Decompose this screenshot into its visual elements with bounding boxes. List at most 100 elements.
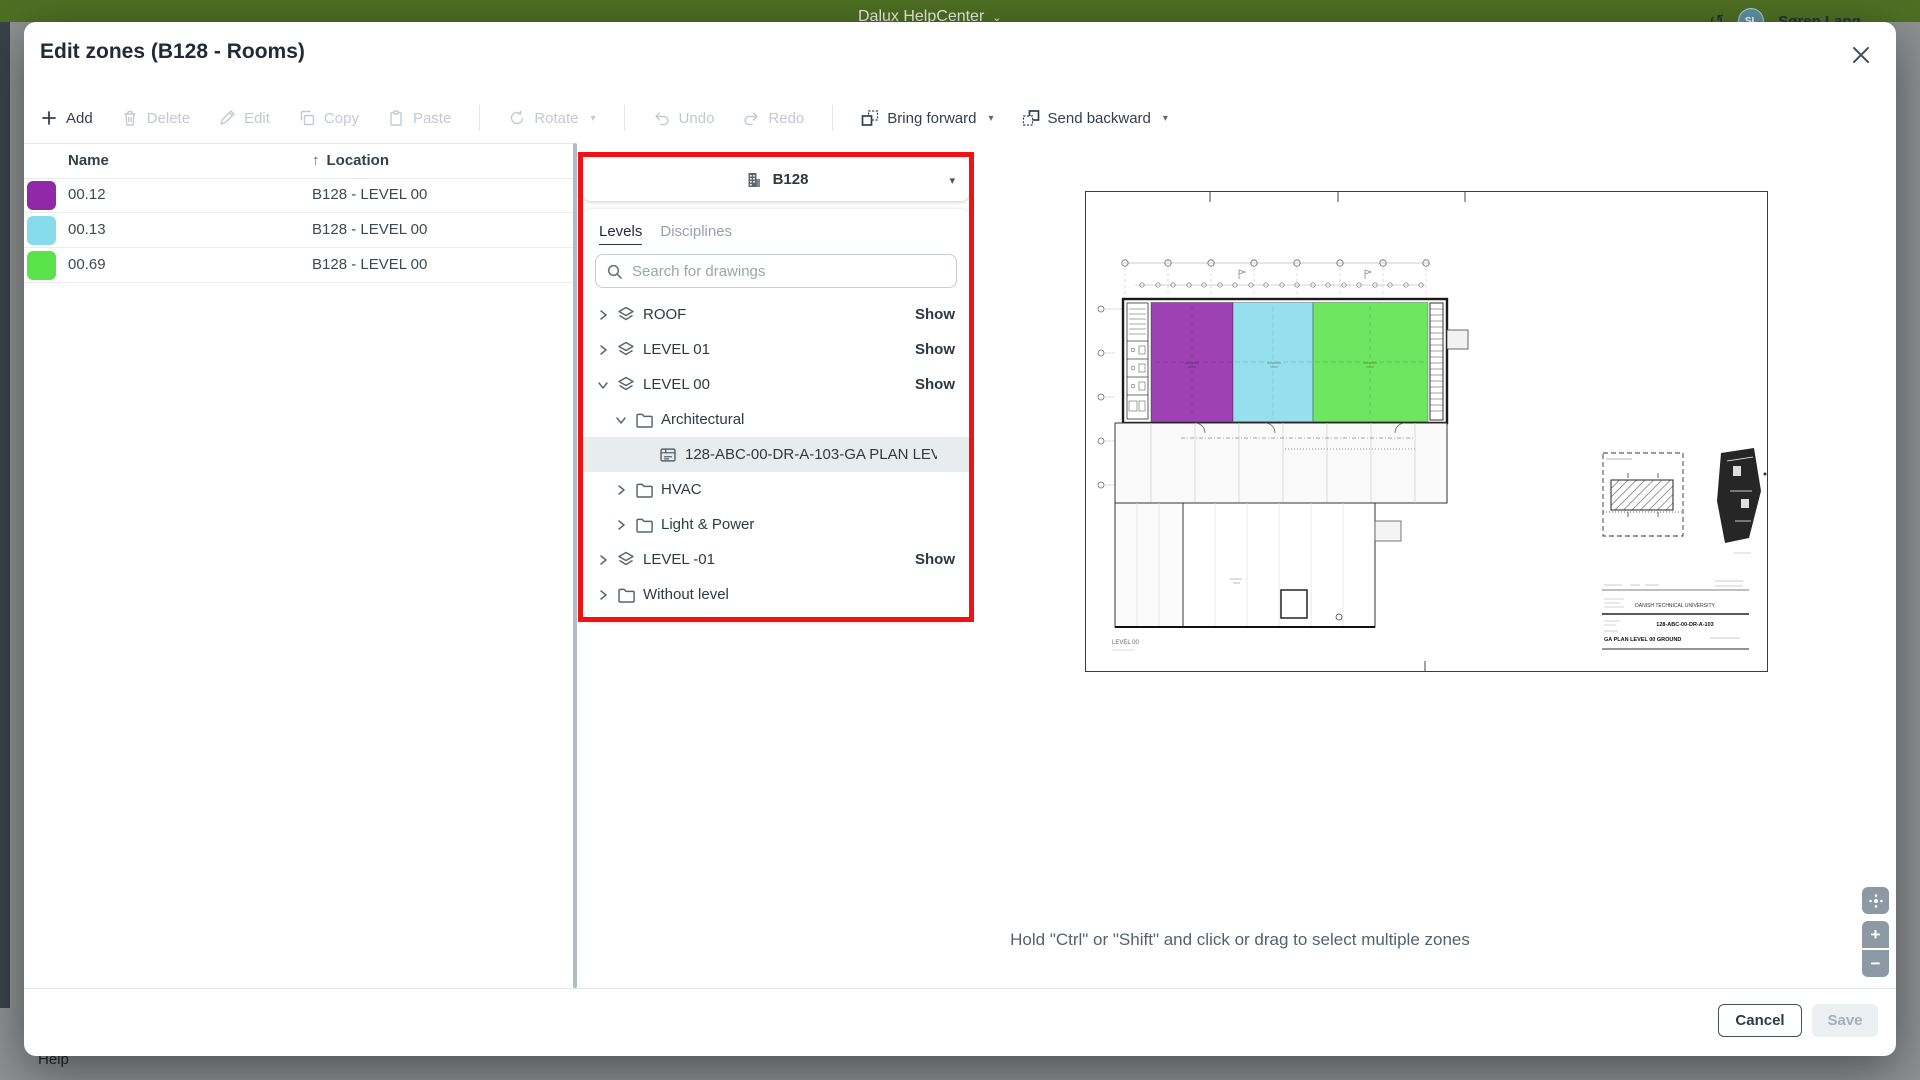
redo-icon bbox=[742, 109, 760, 127]
zone-color-swatch bbox=[27, 216, 56, 245]
tree-item-level-minus-01[interactable]: LEVEL -01 Show bbox=[583, 542, 969, 577]
plan-client: DANISH TECHNICAL UNIVERSITY bbox=[1635, 603, 1715, 609]
zone-color-swatch bbox=[27, 251, 56, 280]
show-link[interactable]: Show bbox=[915, 306, 955, 323]
copy-button[interactable]: Copy bbox=[298, 109, 359, 127]
screen: Dalux HelpCenter⌄ ↺ SL Søren Lang ⌄ Help… bbox=[0, 0, 1920, 1080]
center-view-icon bbox=[1868, 893, 1884, 909]
tree-item-roof[interactable]: ROOF Show bbox=[583, 297, 969, 332]
cancel-button[interactable]: Cancel bbox=[1718, 1004, 1802, 1037]
folder-icon bbox=[617, 586, 635, 604]
chevron-down-icon: ⌄ bbox=[992, 12, 1001, 22]
chevron-right-icon[interactable] bbox=[615, 519, 627, 531]
column-header-name[interactable]: Name bbox=[68, 152, 109, 169]
plan-doc-number: 128-ABC-00-DR-A-103 bbox=[1656, 622, 1713, 628]
plus-icon bbox=[40, 109, 58, 127]
tree-item-without-level[interactable]: Without level bbox=[583, 577, 969, 612]
add-button[interactable]: Add bbox=[40, 109, 93, 127]
drawing-panel: Levels Disciplines ROOF Show bbox=[583, 209, 969, 621]
user-name[interactable]: Søren Lang bbox=[1778, 13, 1861, 23]
plus-icon: + bbox=[1871, 926, 1881, 943]
search-box bbox=[595, 254, 957, 288]
plan-zone-00-69[interactable] bbox=[1313, 303, 1428, 422]
edit-button[interactable]: Edit bbox=[218, 109, 270, 127]
edit-zones-modal: Edit zones (B128 - Rooms) Add Delete Edi… bbox=[24, 22, 1896, 1056]
undo-button[interactable]: Undo bbox=[653, 109, 715, 127]
send-backward-dropdown-chevron-icon[interactable]: ▾ bbox=[1163, 113, 1168, 124]
building-icon bbox=[744, 170, 764, 190]
tab-levels[interactable]: Levels bbox=[599, 223, 642, 245]
chevron-right-icon[interactable] bbox=[615, 484, 627, 496]
bring-forward-button[interactable]: Bring forward ▾ bbox=[861, 109, 993, 127]
tree-item-level-01[interactable]: LEVEL 01 Show bbox=[583, 332, 969, 367]
rotate-dropdown-chevron-icon[interactable]: ▾ bbox=[591, 113, 596, 124]
zone-color-swatch bbox=[27, 181, 56, 210]
folder-icon bbox=[635, 516, 653, 534]
panel-tabs: Levels Disciplines bbox=[583, 209, 969, 245]
chevron-right-icon[interactable] bbox=[597, 554, 609, 566]
tree-item-level-00[interactable]: LEVEL 00 Show bbox=[583, 367, 969, 402]
user-menu-chevron-icon[interactable]: ⌄ bbox=[1883, 15, 1892, 23]
tree-item-hvac[interactable]: HVAC bbox=[583, 472, 969, 507]
bring-forward-icon bbox=[861, 109, 879, 127]
table-header: Name ↑Location bbox=[24, 143, 573, 178]
floor-plan-drawing: DANISH TECHNICAL UNIVERSITY 128-ABC-00-D… bbox=[1085, 191, 1768, 672]
page-title: Edit zones (B128 - Rooms) bbox=[40, 40, 305, 64]
clipboard-icon bbox=[387, 109, 405, 127]
search-icon bbox=[606, 263, 624, 281]
chevron-right-icon[interactable] bbox=[597, 589, 609, 601]
close-icon[interactable] bbox=[1846, 40, 1876, 70]
floor-plan-viewer[interactable]: DANISH TECHNICAL UNIVERSITY 128-ABC-00-D… bbox=[1085, 191, 1768, 672]
building-dropdown-chevron-icon[interactable]: ▾ bbox=[949, 174, 955, 187]
layers-icon bbox=[617, 551, 635, 569]
table-row[interactable]: 00.13 B128 - LEVEL 00 bbox=[24, 213, 573, 248]
tree-item-architectural[interactable]: Architectural bbox=[583, 402, 969, 437]
building-selector[interactable]: B128 ▾ bbox=[583, 158, 969, 201]
paste-button[interactable]: Paste bbox=[387, 109, 451, 127]
show-link[interactable]: Show bbox=[915, 376, 955, 393]
panel-divider[interactable] bbox=[573, 143, 577, 988]
delete-button[interactable]: Delete bbox=[121, 109, 190, 127]
zoom-in-button[interactable]: + bbox=[1862, 921, 1889, 948]
app-title[interactable]: Dalux HelpCenter⌄ bbox=[858, 8, 1002, 22]
plan-level-label: LEVEL 00 bbox=[1112, 640, 1139, 646]
send-backward-button[interactable]: Send backward ▾ bbox=[1022, 109, 1168, 127]
column-header-location[interactable]: ↑Location bbox=[312, 152, 389, 169]
toolbar: Add Delete Edit Copy bbox=[40, 98, 1168, 138]
chevron-right-icon[interactable] bbox=[597, 309, 609, 321]
avatar[interactable]: SL bbox=[1738, 8, 1764, 22]
fit-view-button[interactable] bbox=[1862, 887, 1889, 914]
show-link[interactable]: Show bbox=[915, 341, 955, 358]
table-row[interactable]: 00.69 B128 - LEVEL 00 bbox=[24, 248, 573, 283]
drawing-icon bbox=[659, 446, 677, 464]
bring-forward-dropdown-chevron-icon[interactable]: ▾ bbox=[988, 113, 993, 124]
folder-icon bbox=[635, 411, 653, 429]
chevron-down-icon[interactable] bbox=[597, 379, 609, 391]
toolbar-separator bbox=[624, 105, 625, 131]
table-row[interactable]: 00.12 B128 - LEVEL 00 bbox=[24, 178, 573, 213]
tree-item-light-power[interactable]: Light & Power bbox=[583, 507, 969, 542]
rotate-icon bbox=[508, 109, 526, 127]
plan-doc-title: GA PLAN LEVEL 00 GROUND bbox=[1604, 637, 1681, 643]
chevron-right-icon[interactable] bbox=[597, 344, 609, 356]
multi-select-hint: Hold "Ctrl" or "Shift" and click or drag… bbox=[824, 930, 1656, 950]
trash-icon bbox=[121, 109, 139, 127]
background-sidebar bbox=[0, 22, 10, 1008]
zoom-out-button[interactable]: − bbox=[1862, 950, 1889, 977]
chevron-down-icon[interactable] bbox=[615, 414, 627, 426]
history-icon[interactable]: ↺ bbox=[1709, 12, 1724, 22]
tab-disciplines[interactable]: Disciplines bbox=[660, 223, 732, 245]
rotate-button[interactable]: Rotate ▾ bbox=[508, 109, 595, 127]
show-link[interactable]: Show bbox=[915, 551, 955, 568]
save-button[interactable]: Save bbox=[1812, 1004, 1878, 1037]
footer-divider bbox=[24, 988, 1896, 989]
layers-icon bbox=[617, 341, 635, 359]
redo-button[interactable]: Redo bbox=[742, 109, 804, 127]
search-input[interactable] bbox=[632, 255, 952, 287]
layers-icon bbox=[617, 376, 635, 394]
toolbar-separator bbox=[832, 105, 833, 131]
toolbar-separator bbox=[479, 105, 480, 131]
app-topbar: Dalux HelpCenter⌄ ↺ SL Søren Lang ⌄ bbox=[0, 0, 1920, 22]
tree-item-drawing-128-abc[interactable]: 128-ABC-00-DR-A-103-GA PLAN LEVEL … bbox=[583, 437, 969, 472]
layers-icon bbox=[617, 306, 635, 324]
